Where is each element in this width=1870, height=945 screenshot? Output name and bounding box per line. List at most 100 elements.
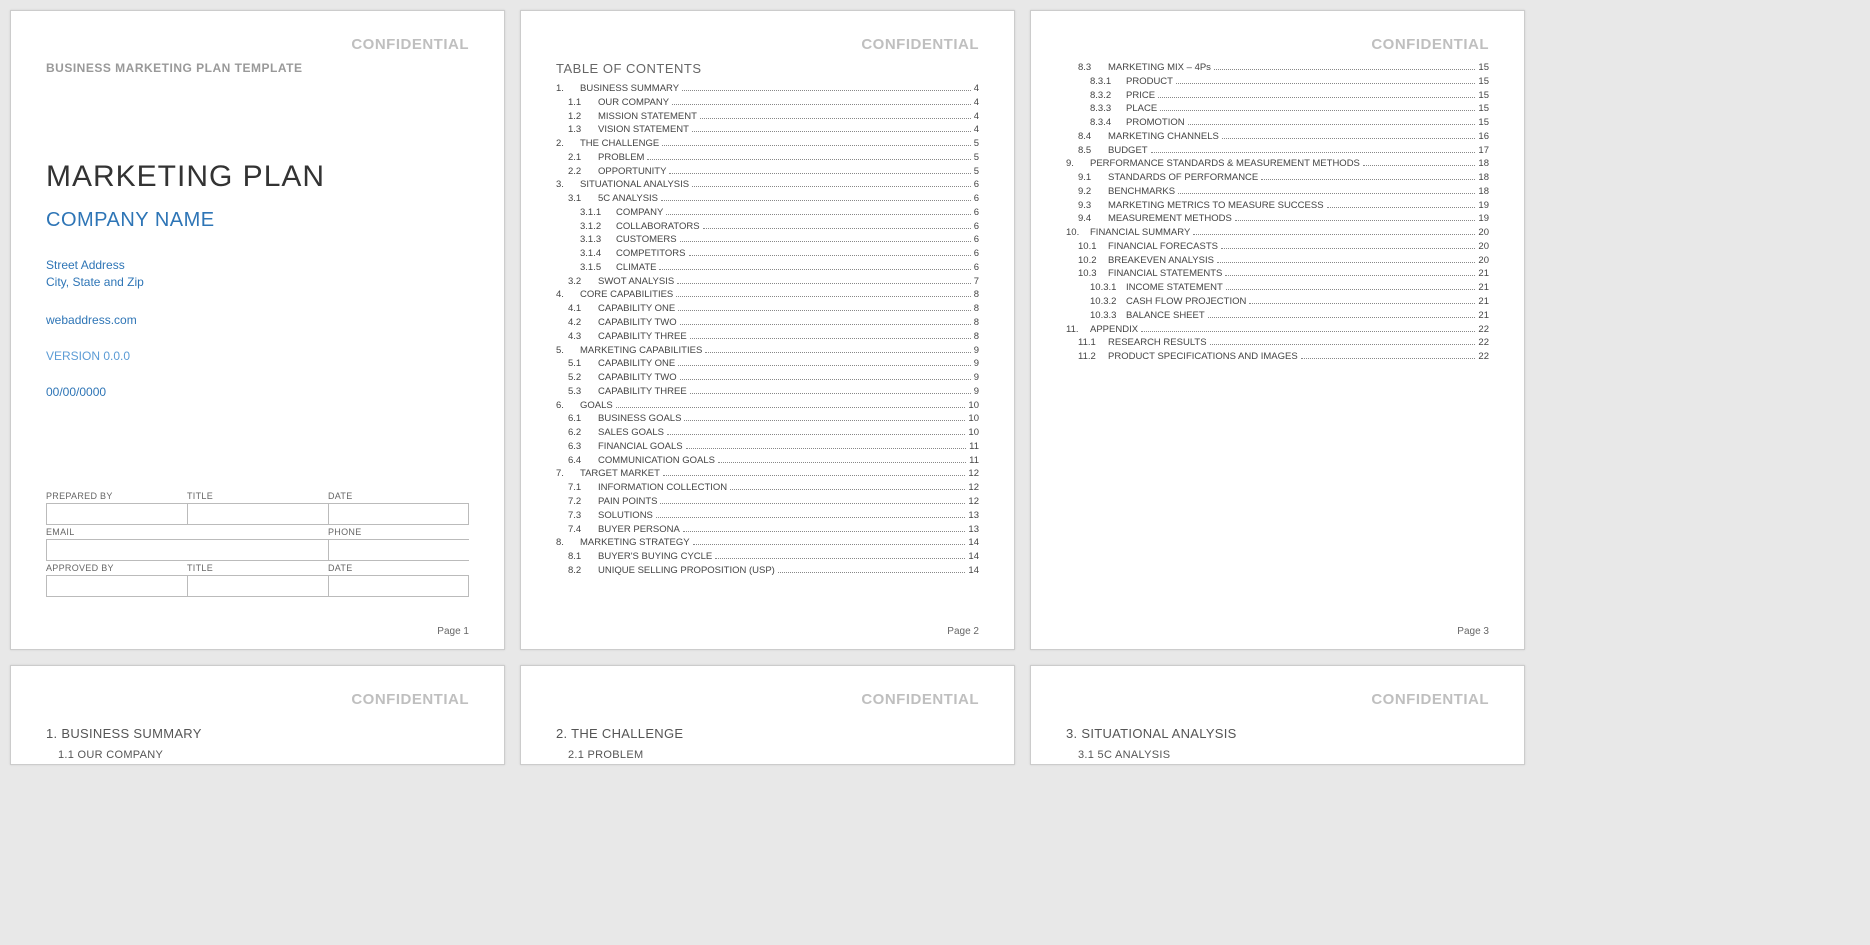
toc-num: 10.2 [1078, 254, 1102, 268]
toc-entry[interactable]: 10.2BREAKEVEN ANALYSIS20 [1066, 254, 1489, 268]
toc-entry[interactable]: 4.CORE CAPABILITIES8 [556, 288, 979, 302]
toc-entry[interactable]: 10.1FINANCIAL FORECASTS20 [1066, 240, 1489, 254]
toc-entry[interactable]: 3.1.2COLLABORATORS6 [556, 220, 979, 234]
toc-entry[interactable]: 10.3FINANCIAL STATEMENTS21 [1066, 267, 1489, 281]
toc-entry[interactable]: 7.4BUYER PERSONA13 [556, 523, 979, 537]
toc-entry[interactable]: 8.5BUDGET17 [1066, 144, 1489, 158]
toc-entry[interactable]: 3.1.4COMPETITORS6 [556, 247, 979, 261]
toc-text: PLACE [1126, 102, 1157, 116]
toc-entry[interactable]: 10.3.1INCOME STATEMENT21 [1066, 281, 1489, 295]
toc-entry[interactable]: 11.1RESEARCH RESULTS22 [1066, 336, 1489, 350]
date-field[interactable] [328, 503, 469, 525]
toc-page: 12 [968, 481, 979, 495]
toc-entry[interactable]: 6.GOALS10 [556, 399, 979, 413]
title-field[interactable] [187, 503, 328, 525]
toc-entry[interactable]: 8.3.2PRICE15 [1066, 89, 1489, 103]
toc-entry[interactable]: 3.15C ANALYSIS6 [556, 192, 979, 206]
city-state-zip: City, State and Zip [46, 274, 469, 291]
toc-dots [689, 255, 971, 256]
toc-entry[interactable]: 1.BUSINESS SUMMARY4 [556, 82, 979, 96]
toc-dots [677, 283, 971, 284]
phone-label: PHONE [328, 527, 469, 537]
toc-entry[interactable]: 3.2SWOT ANALYSIS7 [556, 275, 979, 289]
toc-entry[interactable]: 6.1BUSINESS GOALS10 [556, 412, 979, 426]
toc-entry[interactable]: 7.3SOLUTIONS13 [556, 509, 979, 523]
toc-num: 4.1 [568, 302, 592, 316]
approved-by-label: APPROVED BY [46, 563, 187, 573]
toc-page: 14 [968, 564, 979, 578]
toc-entry[interactable]: 2.1PROBLEM5 [556, 151, 979, 165]
toc-num: 6.3 [568, 440, 592, 454]
toc-entry[interactable]: 8.3.3PLACE15 [1066, 102, 1489, 116]
toc-entry[interactable]: 11.2PRODUCT SPECIFICATIONS AND IMAGES22 [1066, 350, 1489, 364]
toc-page: 6 [974, 206, 979, 220]
page-2: CONFIDENTIAL TABLE OF CONTENTS 1.BUSINES… [520, 10, 1015, 650]
toc-entry[interactable]: 11.APPENDIX22 [1066, 323, 1489, 337]
toc-entry[interactable]: 5.MARKETING CAPABILITIES9 [556, 344, 979, 358]
toc-entry[interactable]: 9.1STANDARDS OF PERFORMANCE18 [1066, 171, 1489, 185]
toc-entry[interactable]: 1.3VISION STATEMENT4 [556, 123, 979, 137]
toc-entry[interactable]: 3.1.3CUSTOMERS6 [556, 233, 979, 247]
toc-text: SITUATIONAL ANALYSIS [580, 178, 689, 192]
toc-entry[interactable]: 5.2CAPABILITY TWO9 [556, 371, 979, 385]
toc-dots [690, 338, 971, 339]
toc-entry[interactable]: 6.2SALES GOALS10 [556, 426, 979, 440]
toc-entry[interactable]: 1.1OUR COMPANY4 [556, 96, 979, 110]
toc-entry[interactable]: 3.1.5CLIMATE6 [556, 261, 979, 275]
toc-text: PRODUCT [1126, 75, 1173, 89]
toc-dots [703, 228, 971, 229]
toc-entry[interactable]: 9.2BENCHMARKS18 [1066, 185, 1489, 199]
toc-entry[interactable]: 4.2CAPABILITY TWO8 [556, 316, 979, 330]
toc-entry[interactable]: 10.3.3BALANCE SHEET21 [1066, 309, 1489, 323]
toc-num: 10.3.3 [1090, 309, 1120, 323]
toc-entry[interactable]: 2.THE CHALLENGE5 [556, 137, 979, 151]
toc-page: 16 [1478, 130, 1489, 144]
toc-entry[interactable]: 7.1INFORMATION COLLECTION12 [556, 481, 979, 495]
toc-text: SALES GOALS [598, 426, 664, 440]
title-field-2[interactable] [187, 575, 328, 597]
phone-field[interactable] [328, 539, 469, 561]
toc-entry[interactable]: 5.1CAPABILITY ONE9 [556, 357, 979, 371]
toc-entry[interactable]: 8.MARKETING STRATEGY14 [556, 536, 979, 550]
subsection-title: 2.1 PROBLEM [568, 749, 979, 761]
toc-entry[interactable]: 7.TARGET MARKET12 [556, 467, 979, 481]
toc-page: 7 [974, 275, 979, 289]
email-field[interactable] [46, 539, 328, 561]
toc-dots [682, 90, 971, 91]
toc-num: 9.2 [1078, 185, 1102, 199]
toc-entry[interactable]: 6.3FINANCIAL GOALS11 [556, 440, 979, 454]
toc-entry[interactable]: 10.FINANCIAL SUMMARY20 [1066, 226, 1489, 240]
toc-entry[interactable]: 3.SITUATIONAL ANALYSIS6 [556, 178, 979, 192]
toc-text: TARGET MARKET [580, 467, 660, 481]
toc-entry[interactable]: 2.2OPPORTUNITY5 [556, 165, 979, 179]
page-3: CONFIDENTIAL 8.3MARKETING MIX – 4Ps158.3… [1030, 10, 1525, 650]
date-field-2[interactable] [328, 575, 469, 597]
prepared-by-field[interactable] [46, 503, 187, 525]
toc-entry[interactable]: 8.3MARKETING MIX – 4Ps15 [1066, 61, 1489, 75]
toc-dots [1222, 138, 1476, 139]
toc-entry[interactable]: 9.PERFORMANCE STANDARDS & MEASUREMENT ME… [1066, 157, 1489, 171]
toc-entry[interactable]: 1.2MISSION STATEMENT4 [556, 110, 979, 124]
toc-entry[interactable]: 8.3.1PRODUCT15 [1066, 75, 1489, 89]
toc-entry[interactable]: 8.4MARKETING CHANNELS16 [1066, 130, 1489, 144]
toc-page: 22 [1478, 336, 1489, 350]
toc-num: 3.1.3 [580, 233, 610, 247]
toc-entry[interactable]: 8.1BUYER'S BUYING CYCLE14 [556, 550, 979, 564]
toc-entry[interactable]: 8.3.4PROMOTION15 [1066, 116, 1489, 130]
toc-dots [692, 131, 971, 132]
toc-entry[interactable]: 4.3CAPABILITY THREE8 [556, 330, 979, 344]
toc-entry[interactable]: 6.4COMMUNICATION GOALS11 [556, 454, 979, 468]
toc-dots [1151, 152, 1476, 153]
toc-page: 6 [974, 233, 979, 247]
toc-num: 8.1 [568, 550, 592, 564]
toc-entry[interactable]: 8.2UNIQUE SELLING PROPOSITION (USP)14 [556, 564, 979, 578]
toc-entry[interactable]: 5.3CAPABILITY THREE9 [556, 385, 979, 399]
approved-by-field[interactable] [46, 575, 187, 597]
toc-num: 11.1 [1078, 336, 1102, 350]
toc-entry[interactable]: 9.4MEASUREMENT METHODS19 [1066, 212, 1489, 226]
toc-entry[interactable]: 10.3.2CASH FLOW PROJECTION21 [1066, 295, 1489, 309]
toc-entry[interactable]: 3.1.1COMPANY6 [556, 206, 979, 220]
toc-entry[interactable]: 7.2PAIN POINTS12 [556, 495, 979, 509]
toc-entry[interactable]: 4.1CAPABILITY ONE8 [556, 302, 979, 316]
toc-entry[interactable]: 9.3MARKETING METRICS TO MEASURE SUCCESS1… [1066, 199, 1489, 213]
